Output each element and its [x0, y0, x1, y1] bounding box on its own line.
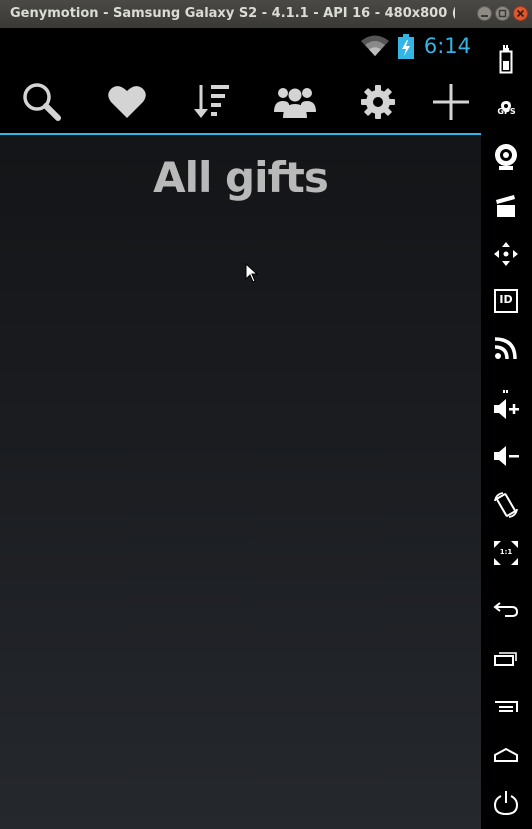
window-title: Genymotion - Samsung Galaxy S2 - 4.1.1 -…: [10, 6, 455, 21]
webcam-icon: [495, 144, 517, 170]
toolbar-separator: [503, 33, 511, 67]
screencast-widget-button[interactable]: [491, 191, 521, 221]
gear-icon: [361, 85, 395, 119]
groups-button[interactable]: [273, 80, 317, 124]
back-icon: [493, 602, 519, 617]
identifiers-widget-button[interactable]: ID: [491, 286, 521, 316]
minimize-icon: [481, 15, 488, 17]
search-icon: [23, 83, 61, 121]
power-button[interactable]: [491, 788, 521, 818]
action-bar: [0, 66, 481, 135]
phone-screen: 6:14 All gifts: [0, 28, 481, 829]
battery-icon: [499, 48, 513, 74]
add-button[interactable]: [429, 80, 473, 124]
gps-label: GPS: [497, 107, 516, 116]
action-bar-underline: [0, 133, 481, 135]
home-button[interactable]: [491, 740, 521, 770]
maximize-icon: [498, 9, 507, 18]
status-clock: 6:14: [423, 34, 471, 58]
move-arrows-icon: [494, 242, 518, 266]
wifi-icon: [361, 35, 389, 56]
clapperboard-icon: [496, 195, 515, 217]
sort-button[interactable]: [190, 80, 234, 124]
pixel-perfect-button[interactable]: 1:1: [491, 538, 521, 568]
rss-icon: [494, 337, 517, 360]
close-icon: [516, 9, 525, 18]
id-label: ID: [499, 293, 513, 306]
close-button[interactable]: [513, 6, 528, 21]
status-bar: 6:14: [0, 28, 481, 66]
menu-icon: [495, 701, 518, 712]
menu-button[interactable]: [491, 692, 521, 722]
minimize-button[interactable]: [477, 6, 492, 21]
battery-widget-button[interactable]: [491, 46, 521, 76]
search-button[interactable]: [20, 80, 64, 124]
remote-control-widget-button[interactable]: [491, 239, 521, 269]
volume-down-icon: [494, 446, 519, 466]
window-titlebar: Genymotion - Samsung Galaxy S2 - 4.1.1 -…: [0, 0, 532, 28]
home-icon: [494, 747, 518, 762]
window-controls: [477, 6, 528, 22]
battery-icon: [398, 34, 414, 59]
maximize-button[interactable]: [495, 6, 510, 21]
settings-button[interactable]: [356, 80, 400, 124]
recent-apps-icon: [494, 652, 517, 666]
rotate-icon: [494, 492, 518, 518]
sort-icon: [194, 85, 229, 118]
back-button[interactable]: [491, 594, 521, 624]
network-widget-button[interactable]: [491, 333, 521, 363]
mouse-cursor-icon: [245, 263, 259, 283]
volume-up-button[interactable]: [491, 394, 521, 424]
heart-icon: [108, 86, 146, 118]
power-icon: [493, 791, 519, 816]
favorites-button[interactable]: [105, 80, 149, 124]
recent-apps-button[interactable]: [491, 643, 521, 673]
scale-label: 1:1: [499, 548, 513, 556]
volume-down-button[interactable]: [491, 441, 521, 471]
plus-icon: [433, 84, 469, 120]
emulator-toolbar: GPS ID 1:1: [481, 28, 532, 829]
group-icon: [274, 88, 316, 118]
volume-up-icon: [494, 399, 519, 419]
webcam-widget-button[interactable]: [491, 142, 521, 172]
page-title: All gifts: [153, 153, 329, 202]
toolbar-separator: [503, 378, 511, 412]
rotate-button[interactable]: [491, 490, 521, 520]
